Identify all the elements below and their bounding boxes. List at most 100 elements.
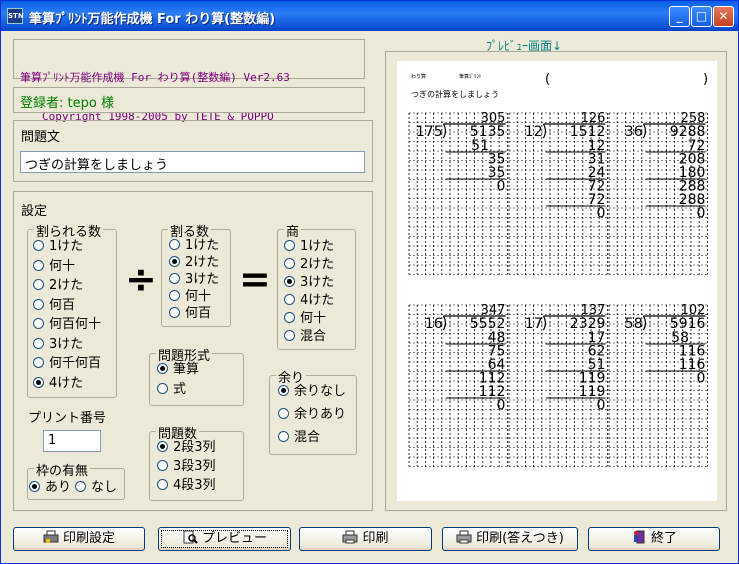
step-digits: 0 [496, 179, 505, 195]
radio-circle-icon [157, 441, 168, 452]
step-digits: 0 [696, 371, 705, 387]
radio-dividend-3[interactable]: 何百 [33, 298, 75, 314]
minimize-button[interactable]: _ [669, 6, 690, 27]
radio-quotient-1[interactable]: 2けた [284, 257, 334, 273]
radio-circle-icon [157, 479, 168, 490]
exit-button[interactable]: 終了 [588, 527, 720, 551]
division-bracket [642, 315, 647, 331]
print-settings-button[interactable]: 印刷設定 [13, 527, 145, 551]
radio-quotient-5[interactable]: 混合 [284, 329, 326, 345]
radio-remainder-0[interactable]: 余りなし [278, 384, 346, 400]
radio-circle-icon [33, 337, 44, 349]
radio-count-2[interactable]: 4段3列 [157, 478, 216, 494]
print-settings-label: 印刷設定 [62, 531, 115, 546]
radio-frame-1[interactable]: なし [75, 480, 117, 496]
remainder-group: 余り 余りなし 余りあり 混合 [269, 367, 357, 455]
step-digits: 0 [596, 206, 605, 222]
problem-text-input[interactable]: つぎの計算をしましょう [20, 151, 365, 173]
radio-dividend-5[interactable]: 3けた [33, 337, 83, 353]
printer-answers-icon [456, 530, 472, 544]
preview-button-label: プレビュー [201, 531, 267, 546]
radio-dividend-2[interactable]: 2けた [33, 278, 83, 294]
radio-circle-icon [278, 431, 289, 442]
radio-remainder-1[interactable]: 余りあり [278, 407, 346, 423]
radio-circle-icon [284, 330, 295, 341]
dividend-title: 割られる数 [34, 221, 104, 240]
app-icon[interactable]: STN [7, 8, 24, 24]
problem-text-label: 問題文 [21, 130, 61, 145]
radio-circle-icon [29, 481, 40, 492]
close-button[interactable]: ✕ [713, 6, 734, 27]
radio-circle-icon [284, 240, 295, 251]
title-bar[interactable]: STN 筆算ﾌﾟﾘﾝﾄ万能作成機 For わり算(整数編) _ □ ✕ [1, 1, 738, 31]
radio-dividend-0[interactable]: 1けた [33, 239, 83, 255]
divisor-group: 割る数 1けた 2けた 3けた 何十 何百 [161, 221, 231, 327]
radio-circle-icon [33, 279, 44, 290]
division-bracket [442, 315, 447, 331]
radio-circle-icon [33, 259, 44, 271]
radio-label: 4けた [300, 293, 335, 308]
divisor-digits: 58 [625, 316, 643, 332]
radio-label: 4けた [49, 375, 84, 391]
radio-label: 1けた [49, 239, 84, 254]
print-button[interactable]: 印刷 [299, 527, 432, 551]
radio-divisor-3[interactable]: 何十 [169, 289, 211, 305]
radio-divisor-1[interactable]: 2けた [169, 255, 219, 271]
radio-circle-icon [278, 408, 289, 419]
print-answers-button[interactable]: 印刷(答えつき) [442, 527, 578, 551]
frame-group: 枠の有無 あり なし [27, 460, 125, 500]
preview-paper: わり算 筆算ﾌﾟﾘﾝﾄ() つぎの計算をしましょう 305 5135 175 51 35 35 0… [397, 61, 717, 501]
radio-circle-icon [169, 239, 180, 250]
radio-quotient-0[interactable]: 1けた [284, 239, 334, 255]
sheet-label: わり算 [411, 73, 426, 80]
radio-label: 2けた [49, 278, 84, 293]
division-bracket [442, 123, 447, 139]
radio-circle-icon [33, 240, 44, 251]
radio-label: 何十 [185, 289, 212, 304]
radio-label: 式 [173, 382, 187, 397]
version-header: 筆算ﾌﾟﾘﾝﾄ万能作成機 For わり算(整数編) Ver2.63 Copyri… [13, 39, 365, 123]
window-title: 筆算ﾌﾟﾘﾝﾄ万能作成機 For わり算(整数編) [29, 12, 276, 27]
radio-quotient-2[interactable]: 3けた [284, 275, 334, 291]
printer-icon [342, 530, 358, 544]
radio-frame-0[interactable]: あり [29, 480, 71, 496]
sheet-label: 筆算ﾌﾟﾘﾝﾄ [459, 73, 482, 80]
radio-dividend-7[interactable]: 4けた [33, 376, 83, 392]
radio-divisor-2[interactable]: 3けた [169, 272, 219, 288]
radio-label: 4段3列 [173, 478, 216, 493]
radio-label: 何千何百 [49, 356, 102, 371]
magnifier-page-icon [182, 530, 198, 544]
radio-count-1[interactable]: 3段3列 [157, 459, 216, 475]
maximize-button[interactable]: □ [691, 6, 712, 27]
radio-label: 1けた [300, 239, 335, 254]
radio-dividend-6[interactable]: 何千何百 [33, 356, 101, 372]
version-line: 筆算ﾌﾟﾘﾝﾄ万能作成機 For わり算(整数編) Ver2.63 [20, 71, 290, 84]
quotient-group: 商 1けた 2けた 3けた 4けた 何十 混合 [277, 221, 356, 350]
radio-label: 1けた [185, 238, 220, 253]
radio-format-1[interactable]: 式 [157, 382, 186, 398]
radio-quotient-3[interactable]: 4けた [284, 293, 334, 309]
print-number-input[interactable]: 1 [43, 430, 101, 452]
radio-dividend-1[interactable]: 何十 [33, 259, 75, 275]
radio-circle-icon [284, 294, 295, 305]
radio-circle-icon [33, 318, 44, 329]
radio-circle-icon [284, 312, 295, 323]
radio-quotient-4[interactable]: 何十 [284, 311, 326, 327]
divisor-digits: 175 [416, 124, 443, 140]
radio-count-0[interactable]: 2段3列 [157, 440, 216, 456]
radio-label: 混合 [300, 329, 327, 344]
preview-button[interactable]: プレビュー [158, 527, 291, 551]
exit-door-icon [631, 530, 647, 544]
radio-divisor-0[interactable]: 1けた [169, 238, 219, 254]
radio-format-0[interactable]: 筆算 [157, 362, 199, 378]
registration-label: 登録者: tepo 様 [13, 87, 365, 113]
radio-label: 2段3列 [173, 440, 216, 455]
radio-label: 余りなし [294, 384, 347, 399]
radio-remainder-2[interactable]: 混合 [278, 430, 320, 446]
radio-circle-icon [169, 307, 180, 318]
radio-dividend-4[interactable]: 何百何十 [33, 317, 101, 333]
division-bracket [542, 123, 547, 139]
radio-divisor-4[interactable]: 何百 [169, 306, 211, 322]
radio-circle-icon [33, 298, 44, 310]
radio-label: 2けた [300, 257, 335, 272]
